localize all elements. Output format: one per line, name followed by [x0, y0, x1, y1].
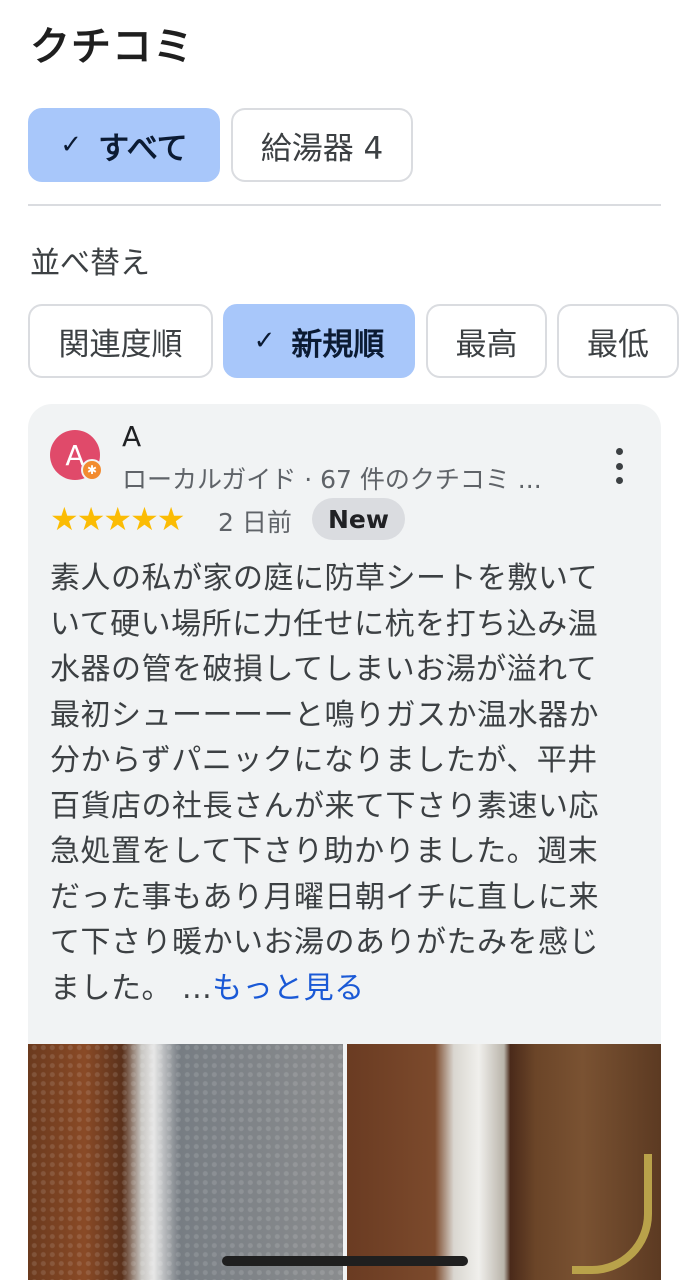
review-text: 素人の私が家の庭に防草シートを敷いて いて硬い場所に力任せに杭を打ち込み温 水器…: [50, 556, 640, 1011]
review-text-last-line: ました。 ...もっと見る: [50, 966, 640, 1012]
reviewer-name[interactable]: A: [122, 420, 141, 453]
divider: [28, 204, 661, 206]
review-text-line: て下さり暖かいお湯のありがたみを感じ: [50, 925, 599, 960]
chip-label: 新規順: [291, 326, 385, 363]
review-text-line: 水器の管を破損してしまいお湯が溢れて: [50, 652, 598, 687]
review-text-line: 分からずパニックになりましたが、平井: [50, 743, 598, 778]
review-photo[interactable]: [28, 1044, 343, 1280]
chip-label: 最低: [587, 326, 649, 363]
review-text-line: 最初シューーーーと鳴りガスか温水器か: [50, 697, 599, 733]
read-more-link[interactable]: もっと見る: [212, 971, 365, 1006]
chip-all[interactable]: ✓ すべて: [28, 108, 220, 182]
check-icon: ✓: [60, 130, 83, 160]
sort-newest[interactable]: ✓ 新規順: [223, 304, 415, 378]
review-text-line: ました。 ...: [50, 970, 213, 1006]
more-options-icon[interactable]: [608, 448, 630, 484]
local-guide-badge-icon: ✱: [81, 459, 103, 481]
check-icon: ✓: [253, 326, 276, 356]
new-badge: New: [312, 498, 405, 540]
chip-water-heater[interactable]: 給湯器 4: [231, 108, 413, 182]
chip-label: 関連度順: [58, 326, 183, 363]
review-text-line: 急処置をして下さり助かりました。週末: [50, 834, 599, 869]
home-indicator[interactable]: [222, 1256, 468, 1266]
sort-highest[interactable]: 最高: [426, 304, 547, 378]
star-rating: ★★★★★: [50, 500, 185, 538]
page-title: クチコミ: [30, 24, 194, 70]
sort-lowest[interactable]: 最低: [557, 304, 679, 378]
chip-label: すべて: [98, 130, 188, 167]
reviewer-meta[interactable]: ローカルガイド · 67 件のクチコミ ...: [122, 460, 542, 496]
review-text-line: 百貨店の社長さんが来て下さり素速い応: [50, 788, 599, 824]
review-photo[interactable]: [346, 1044, 661, 1280]
review-time: 2 日前: [218, 508, 292, 537]
review-text-line: だった事もあり月曜日朝イチに直しに来: [50, 879, 599, 915]
review-text-line: 素人の私が家の庭に防草シートを敷いて: [50, 561, 599, 596]
sort-label: 並べ替え: [30, 246, 150, 281]
chip-label: 給湯器 4: [260, 130, 384, 167]
review-card: A ✱ A ローカルガイド · 67 件のクチコミ ... ★★★★★ 2 日前…: [28, 404, 661, 1280]
review-text-line: いて硬い場所に力任せに杭を打ち込み温: [50, 606, 599, 642]
review-photos: [28, 1044, 661, 1280]
pipe-shape: [571, 1154, 652, 1274]
sort-relevance[interactable]: 関連度順: [28, 304, 213, 378]
chip-label: 最高: [455, 326, 518, 363]
